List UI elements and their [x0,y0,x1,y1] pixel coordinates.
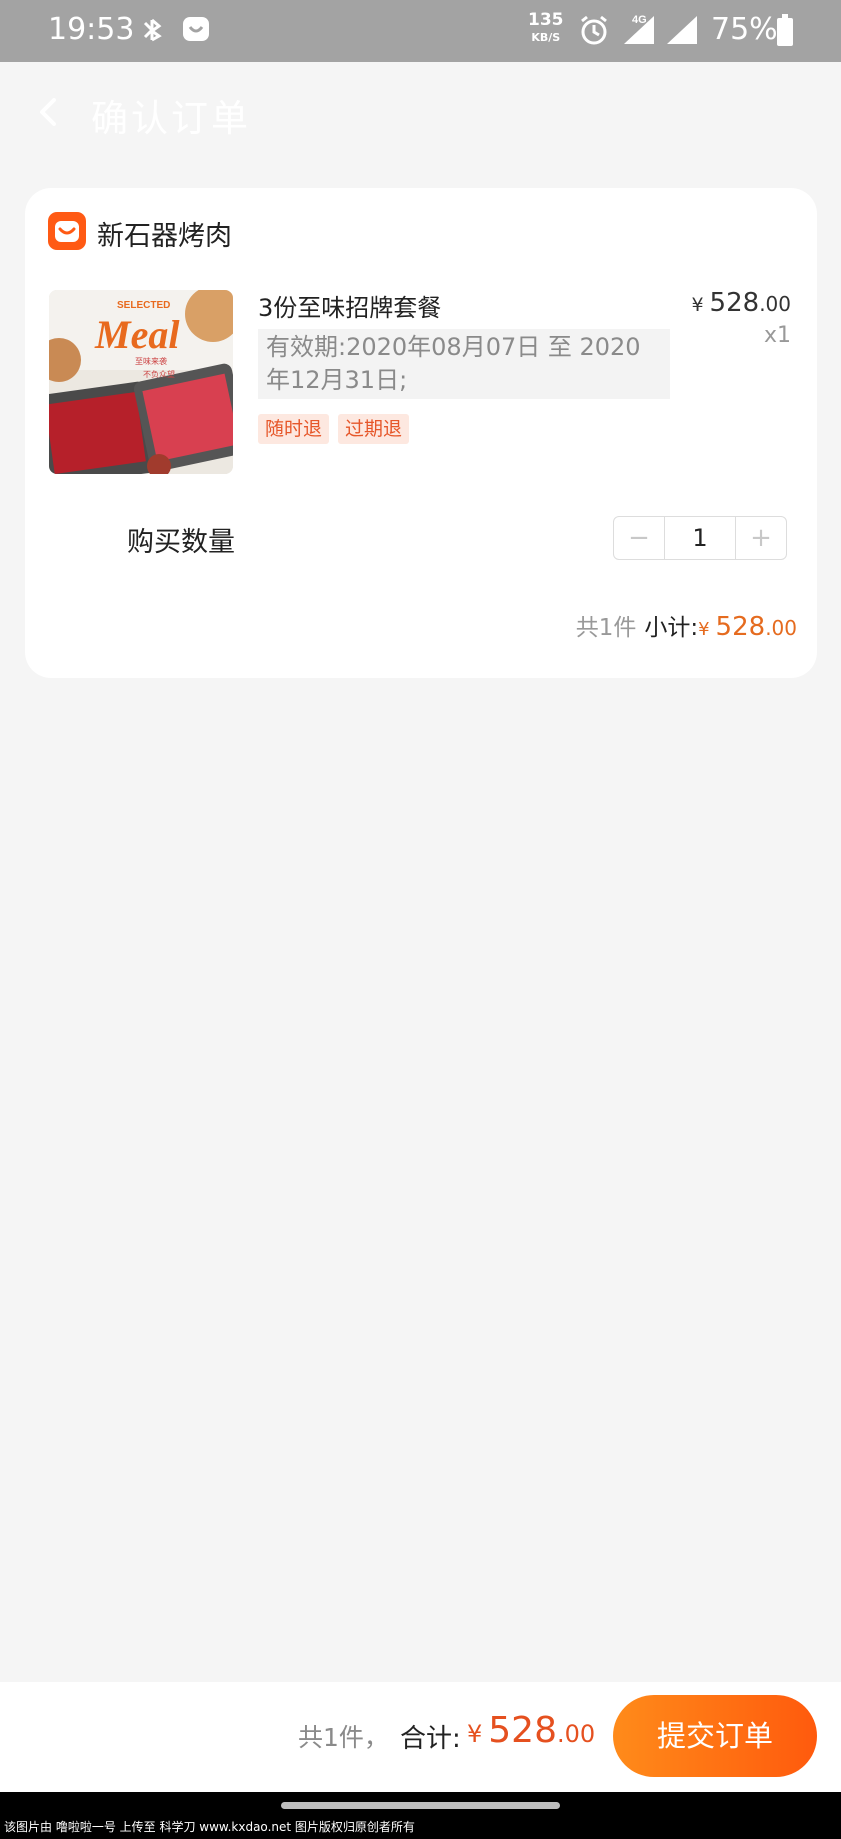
shop-smile-icon [48,212,86,250]
quantity-label: 购买数量 [127,527,235,558]
quantity-stepper: − 1 + [613,516,787,560]
total-amount: ¥528.00 [467,1710,596,1751]
submit-order-button[interactable]: 提交订单 [613,1695,817,1777]
status-bar: 19:53 135 KB/S 4G 75% [0,0,841,62]
chevron-left-icon [40,98,56,126]
decrease-button[interactable]: − [614,517,665,559]
watermark-text: 该图片由 噜啦啦一号 上传至 科学刀 www.kxdao.net 图片版权归原创… [4,1820,415,1834]
product-image[interactable]: SELECTED Meal 至味来袭 不负众望 [49,290,233,474]
tag-refund-anytime: 随时退 [258,414,330,444]
vibrate-icon [140,14,166,50]
product-image-text: SELECTED [117,300,170,311]
subtotal-count: 共1件 [575,615,637,641]
shop-name[interactable]: 新石器烤肉 [97,214,232,253]
product-quantity: x1 [763,323,791,348]
page-title: 确认订单 [91,97,251,140]
status-time: 19:53 [48,12,135,47]
navigation-bar: 该图片由 噜啦啦一号 上传至 科学刀 www.kxdao.net 图片版权归原创… [0,1792,841,1839]
order-card: 新石器烤肉 SELECTED Meal 至味来袭 不负众望 3份至味招牌套餐 有… [25,188,817,678]
product-image-sub2: 不负众望 [143,369,175,379]
product-image-brand: Meal [94,312,180,357]
page-header: 确认订单 [0,62,841,162]
subtotal-label: 小计: [644,615,699,641]
increase-button[interactable]: + [735,517,786,559]
net-speed: 135 KB/S [528,10,564,45]
back-button[interactable] [30,90,70,134]
validity-period: 有效期:2020年08月07日 至 2020年12月31日; [258,329,670,399]
home-gesture-handle[interactable] [281,1802,560,1809]
signal-icon [665,14,699,50]
tag-refund-expired: 过期退 [338,414,410,444]
quantity-input[interactable]: 1 [664,517,736,559]
subtotal-amount: ¥528.00 [698,612,797,642]
alarm-icon [579,14,609,50]
battery-percent: 75% [711,12,778,47]
total-label: 合计: [400,1724,461,1754]
product-title[interactable]: 3份至味招牌套餐 [258,288,441,323]
network-4g-icon: 4G [620,12,656,50]
subtotal: 共1件 小计:¥ 528.00 [576,608,797,642]
svg-text:4G: 4G [632,14,647,26]
checkout-bar: 共1件， 合计: ¥528.00 提交订单 [0,1682,841,1792]
product-price: ¥528.00 [691,288,791,318]
total-count: 共1件， [298,1723,389,1752]
app-notification-icon [182,14,210,48]
product-image-sub1: 至味来袭 [135,356,167,366]
battery-icon [777,14,793,50]
